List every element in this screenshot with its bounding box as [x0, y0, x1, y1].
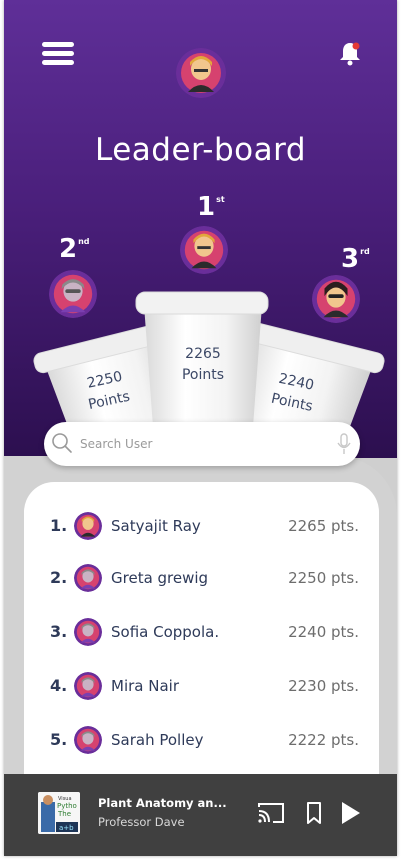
search-input[interactable]	[80, 432, 320, 456]
leaderboard-list: 1. Satyajit Ray 2265 pts. 2. Greta grewi…	[24, 482, 379, 782]
list-points: 2240 pts.	[288, 623, 359, 641]
list-item[interactable]: 3. Sofia Coppola. 2240 pts.	[24, 612, 379, 652]
app-frame: Leader-board 1st 2nd 3rd 2265 Points 225…	[4, 0, 397, 856]
play-icon[interactable]	[340, 800, 362, 826]
list-points: 2230 pts.	[288, 677, 359, 695]
rank-third-label: 3rd	[341, 244, 370, 274]
list-rank: 3.	[50, 622, 68, 641]
search-bar	[44, 422, 360, 466]
avatar-icon	[49, 270, 97, 318]
video-thumbnail[interactable]: Visua Pytho The a+b	[38, 792, 80, 834]
list-points: 2265 pts.	[288, 517, 359, 535]
notification-button[interactable]	[338, 40, 362, 66]
list-name: Mira Nair	[111, 677, 179, 695]
list-rank: 4.	[50, 676, 68, 695]
cast-icon[interactable]	[256, 801, 286, 825]
list-name: Sarah Polley	[111, 731, 204, 749]
avatar-icon	[74, 512, 102, 540]
search-icon	[52, 433, 72, 453]
list-name: Greta grewig	[111, 569, 209, 587]
avatar-icon	[176, 48, 226, 98]
list-name: Satyajit Ray	[111, 517, 201, 535]
player-title: Plant Anatomy an...	[98, 796, 227, 810]
avatar-icon	[74, 618, 102, 646]
avatar-icon	[312, 275, 360, 323]
avatar	[74, 726, 102, 754]
avatar	[74, 564, 102, 592]
list-item[interactable]: 2. Greta grewig 2250 pts.	[24, 558, 379, 598]
menu-button[interactable]	[42, 42, 74, 66]
microphone-icon[interactable]	[336, 433, 352, 455]
avatar	[74, 618, 102, 646]
hamburger-menu-icon	[42, 42, 74, 47]
first-place-avatar[interactable]	[180, 226, 228, 274]
rank-first-label: 1st	[197, 192, 225, 222]
notification-bell-icon	[340, 42, 360, 66]
profile-avatar[interactable]	[176, 48, 226, 98]
avatar	[74, 672, 102, 700]
avatar-icon	[74, 726, 102, 754]
list-rank: 1.	[50, 516, 68, 535]
avatar	[74, 512, 102, 540]
list-item[interactable]: 1. Satyajit Ray 2265 pts.	[24, 506, 379, 546]
list-rank: 5.	[50, 730, 68, 749]
thumb-text: Pytho	[57, 802, 77, 810]
thumb-text: The	[57, 810, 71, 818]
third-place-avatar[interactable]	[312, 275, 360, 323]
notification-badge	[352, 42, 360, 50]
list-item[interactable]: 5. Sarah Polley 2222 pts.	[24, 720, 379, 760]
avatar-icon	[180, 226, 228, 274]
list-points: 2222 pts.	[288, 731, 359, 749]
page-title: Leader-board	[94, 132, 306, 168]
list-points: 2250 pts.	[288, 569, 359, 587]
list-item[interactable]: 4. Mira Nair 2230 pts.	[24, 666, 379, 706]
avatar-icon	[74, 564, 102, 592]
media-player-bar[interactable]: Visua Pytho The a+b Plant Anatomy an... …	[4, 774, 397, 856]
player-subtitle: Professor Dave	[98, 815, 185, 829]
list-name: Sofia Coppola.	[111, 623, 220, 641]
bookmark-icon[interactable]	[305, 801, 323, 825]
list-rank: 2.	[50, 568, 68, 587]
rank-second-label: 2nd	[59, 234, 90, 264]
second-place-avatar[interactable]	[49, 270, 97, 318]
first-points: 2265 Points	[181, 346, 225, 383]
avatar-icon	[74, 672, 102, 700]
thumb-text: a+b	[59, 824, 74, 832]
